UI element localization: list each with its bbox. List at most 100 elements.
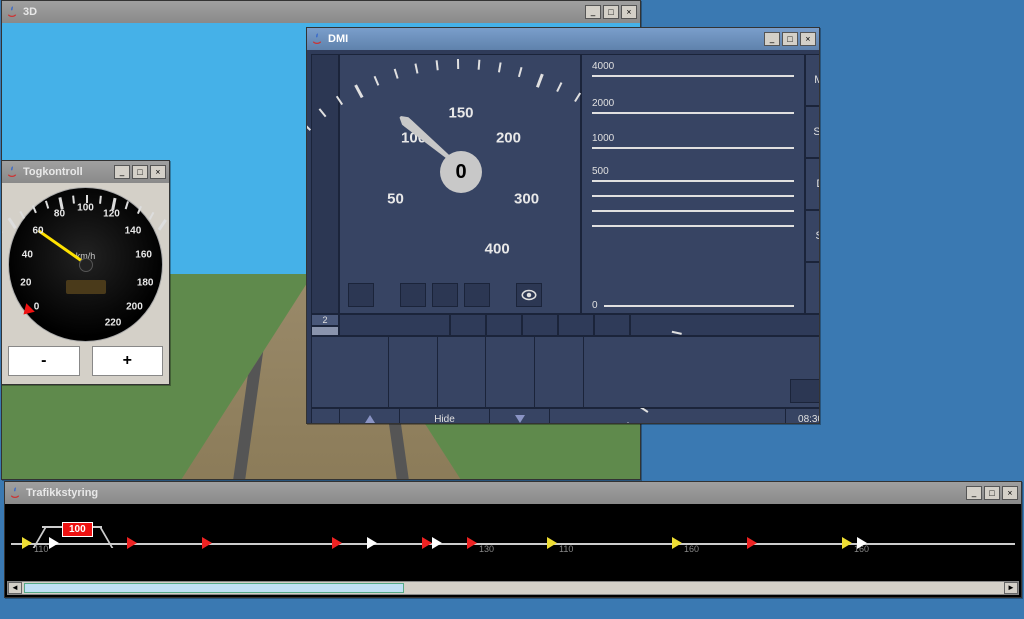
arrow-up-icon: [365, 415, 375, 423]
scroll-down-button[interactable]: [490, 409, 550, 423]
dmi-a-col: [311, 54, 339, 314]
side-empty: [805, 262, 819, 314]
signal-y[interactable]: [672, 537, 682, 549]
titlebar-dmi[interactable]: DMI _ □ ×: [307, 28, 819, 50]
dmi-tick-150: 150: [448, 105, 473, 122]
mode-button[interactable]: Mode: [805, 54, 819, 106]
maximize-button[interactable]: □: [132, 165, 148, 179]
dmi-tab-row: 2: [311, 314, 819, 336]
speed-gauge: km/h 0 20 40 60 80 100 120 140 160 180 2…: [8, 187, 163, 342]
maximize-button[interactable]: □: [603, 5, 619, 19]
train-marker[interactable]: 100: [62, 522, 93, 537]
tick-60: 60: [33, 225, 44, 236]
java-icon: [5, 5, 19, 19]
increase-button[interactable]: +: [92, 346, 164, 376]
title-togkontroll: Togkontroll: [23, 166, 83, 178]
close-button[interactable]: ×: [1002, 486, 1018, 500]
trafikkstyring-panel[interactable]: 100 110130110160160 ◄ ►: [5, 504, 1021, 597]
scroll-left-button[interactable]: ◄: [8, 582, 22, 594]
title-dmi: DMI: [328, 33, 348, 45]
signal-y[interactable]: [22, 537, 32, 549]
tab-bar[interactable]: [311, 326, 339, 336]
tick-100: 100: [77, 202, 94, 213]
decrease-button[interactable]: -: [8, 346, 80, 376]
dmi-indicator-2: [400, 283, 426, 307]
maximize-button[interactable]: □: [984, 486, 1000, 500]
titlebar-3d[interactable]: 3D _ □ ×: [2, 1, 640, 23]
maximize-button[interactable]: □: [782, 32, 798, 46]
tick-120: 120: [103, 209, 120, 220]
minimize-button[interactable]: _: [764, 32, 780, 46]
close-button[interactable]: ×: [800, 32, 816, 46]
dmi-speed-gauge: 50 100 150 200 300 400 0: [348, 59, 574, 285]
dmi-tick-300: 300: [514, 191, 539, 208]
minimize-button[interactable]: _: [114, 165, 130, 179]
dmi-tick: [374, 76, 380, 86]
tick-40: 40: [22, 250, 33, 261]
suppr-button[interactable]: Suppr: [805, 106, 819, 158]
scroll-right-button[interactable]: ►: [1004, 582, 1018, 594]
close-button[interactable]: ×: [150, 165, 166, 179]
signal-w[interactable]: [857, 537, 867, 549]
dmi-tick: [354, 84, 363, 98]
dmi-panel: 50 100 150 200 300 400 0: [307, 50, 819, 423]
red-limit-marker: [19, 303, 35, 319]
dmi-side-buttons: Mode Suppr Data Spec: [805, 54, 819, 314]
spec-button[interactable]: Spec: [805, 210, 819, 262]
tick-80: 80: [54, 209, 65, 220]
tick-0: 0: [34, 302, 40, 313]
dmi-tick: [498, 62, 502, 72]
window-dmi[interactable]: DMI _ □ × 50 100 150 200 300 400 0: [306, 27, 820, 424]
signal-label: 160: [684, 544, 699, 554]
signal-y[interactable]: [547, 537, 557, 549]
minimize-button[interactable]: _: [585, 5, 601, 19]
data-button[interactable]: Data: [805, 158, 819, 210]
horizontal-scrollbar[interactable]: ◄ ►: [7, 581, 1019, 595]
tick-200: 200: [126, 302, 143, 313]
dmi-tick: [457, 59, 459, 69]
signal-w[interactable]: [432, 537, 442, 549]
gauge-hub: [79, 258, 93, 272]
signal-r[interactable]: [747, 537, 757, 549]
window-trafikkstyring[interactable]: Trafikkstyring _ □ × 100 110130110160160…: [4, 481, 1022, 598]
eye-icon: [516, 283, 542, 307]
signal-w[interactable]: [49, 537, 59, 549]
clock-box: [790, 379, 819, 403]
close-button[interactable]: ×: [621, 5, 637, 19]
dmi-indicator-row: [348, 283, 542, 307]
signal-r[interactable]: [422, 537, 432, 549]
scroll-thumb[interactable]: [24, 583, 404, 593]
java-icon: [5, 165, 19, 179]
hide-button[interactable]: Hide: [400, 409, 490, 423]
signal-label: 130: [479, 544, 494, 554]
scroll-up-button[interactable]: [340, 409, 400, 423]
signal-r[interactable]: [127, 537, 137, 549]
dmi-tick-400: 400: [485, 240, 510, 257]
d-2000: 2000: [592, 98, 794, 109]
tab-index[interactable]: 2: [311, 314, 339, 326]
d-500: 500: [592, 166, 794, 177]
window-togkontroll[interactable]: Togkontroll _ □ × km/h 0 20 40 60 80 100…: [1, 160, 170, 385]
tick-220: 220: [105, 317, 122, 328]
signal-r[interactable]: [202, 537, 212, 549]
signal-r[interactable]: [467, 537, 477, 549]
signal-r[interactable]: [332, 537, 342, 549]
track-diagram[interactable]: 100 110130110160160: [7, 506, 1019, 579]
tick-180: 180: [137, 277, 154, 288]
titlebar-trafikkstyring[interactable]: Trafikkstyring _ □ ×: [5, 482, 1021, 504]
dmi-tick: [414, 63, 418, 73]
dmi-tick: [394, 69, 399, 79]
gauge-lcd: [66, 280, 106, 294]
dmi-indicator-4: [464, 283, 490, 307]
minimize-button[interactable]: _: [966, 486, 982, 500]
dmi-footer: Hide 08:30:44: [311, 408, 819, 423]
titlebar-togkontroll[interactable]: Togkontroll _ □ ×: [2, 161, 169, 183]
signal-y[interactable]: [842, 537, 852, 549]
arrow-down-icon: [515, 415, 525, 423]
dmi-message-area: [311, 336, 819, 408]
dmi-tick-200: 200: [496, 130, 521, 147]
tick-160: 160: [135, 250, 152, 261]
d-1000: 1000: [592, 133, 794, 144]
dmi-tick: [478, 60, 481, 70]
signal-w[interactable]: [367, 537, 377, 549]
